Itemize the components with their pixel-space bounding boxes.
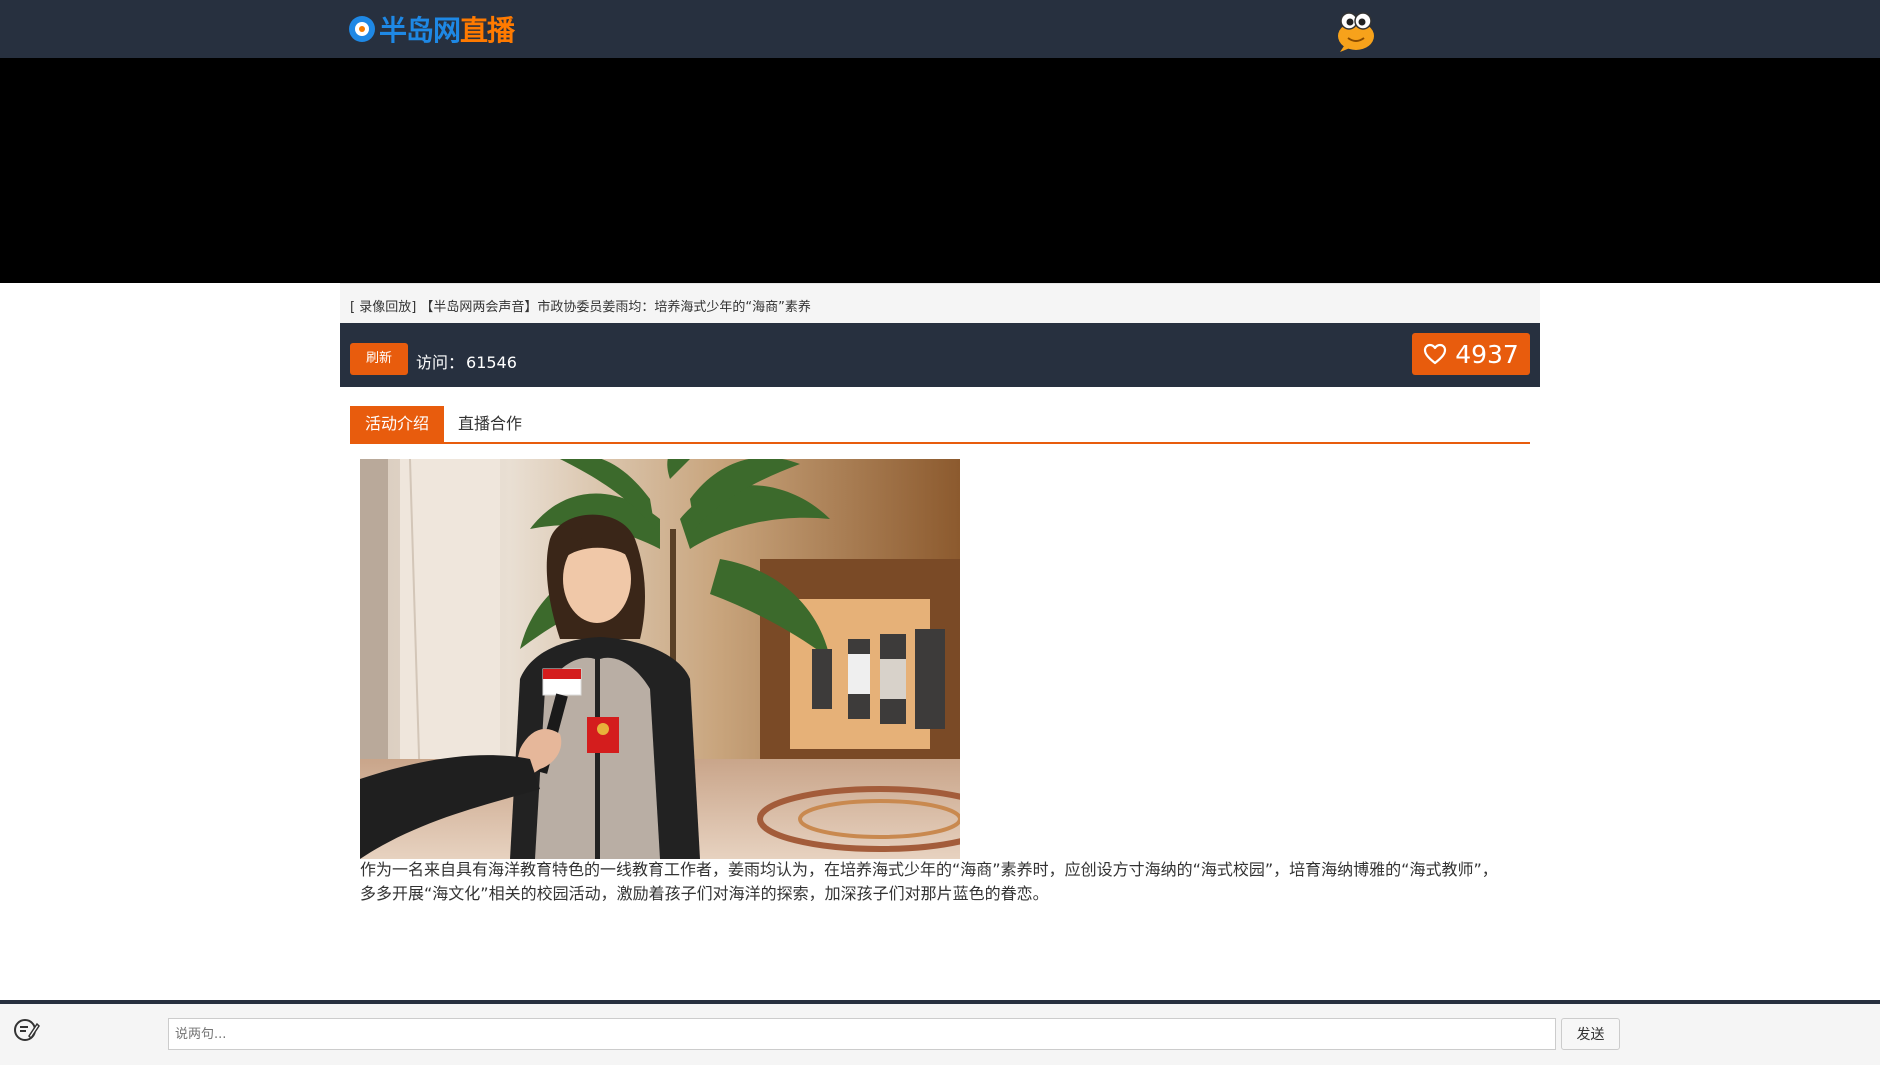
stream-title: [ 录像回放] 【半岛网两会声音】市政协委员姜雨均：培养海式少年的“海商”素养 bbox=[350, 300, 811, 315]
stream-title-bar: [ 录像回放] 【半岛网两会声音】市政协委员姜雨均：培养海式少年的“海商”素养 bbox=[340, 283, 1540, 324]
site-header: 半岛网 直播 bbox=[0, 0, 1880, 58]
refresh-button[interactable]: 刷新 bbox=[350, 343, 408, 375]
likes-count: 4937 bbox=[1455, 339, 1519, 369]
tab-activity-intro[interactable]: 活动介绍 bbox=[350, 406, 444, 442]
site-logo[interactable]: 半岛网 直播 bbox=[349, 12, 515, 47]
visits-count: 61546 bbox=[466, 353, 517, 372]
video-player[interactable] bbox=[0, 58, 1880, 283]
mascot-icon[interactable] bbox=[1334, 8, 1378, 52]
like-button[interactable]: 4937 bbox=[1412, 333, 1530, 375]
logo-text-blue: 半岛网 bbox=[379, 14, 461, 47]
interview-photo bbox=[360, 459, 960, 859]
comment-bar: 发送 bbox=[0, 1000, 1880, 1065]
visits-label: 访问： bbox=[416, 353, 465, 372]
activity-description: 作为一名来自具有海洋教育特色的一线教育工作者，姜雨均认为，在培养海式少年的“海商… bbox=[360, 860, 1498, 903]
stats-bar: 刷新 访问： 61546 4937 bbox=[340, 323, 1540, 387]
logo-text-orange: 直播 bbox=[460, 14, 515, 47]
visit-counter: 访问： 61546 bbox=[416, 349, 517, 373]
send-button[interactable]: 发送 bbox=[1561, 1018, 1620, 1050]
heart-icon bbox=[1424, 343, 1447, 365]
content-tabs: 活动介绍 直播合作 bbox=[350, 406, 1530, 444]
comment-edit-icon[interactable] bbox=[12, 1016, 40, 1044]
tab-live-cooperation[interactable]: 直播合作 bbox=[444, 406, 536, 442]
comment-input[interactable] bbox=[168, 1018, 1556, 1050]
logo-circle-icon bbox=[349, 16, 375, 42]
